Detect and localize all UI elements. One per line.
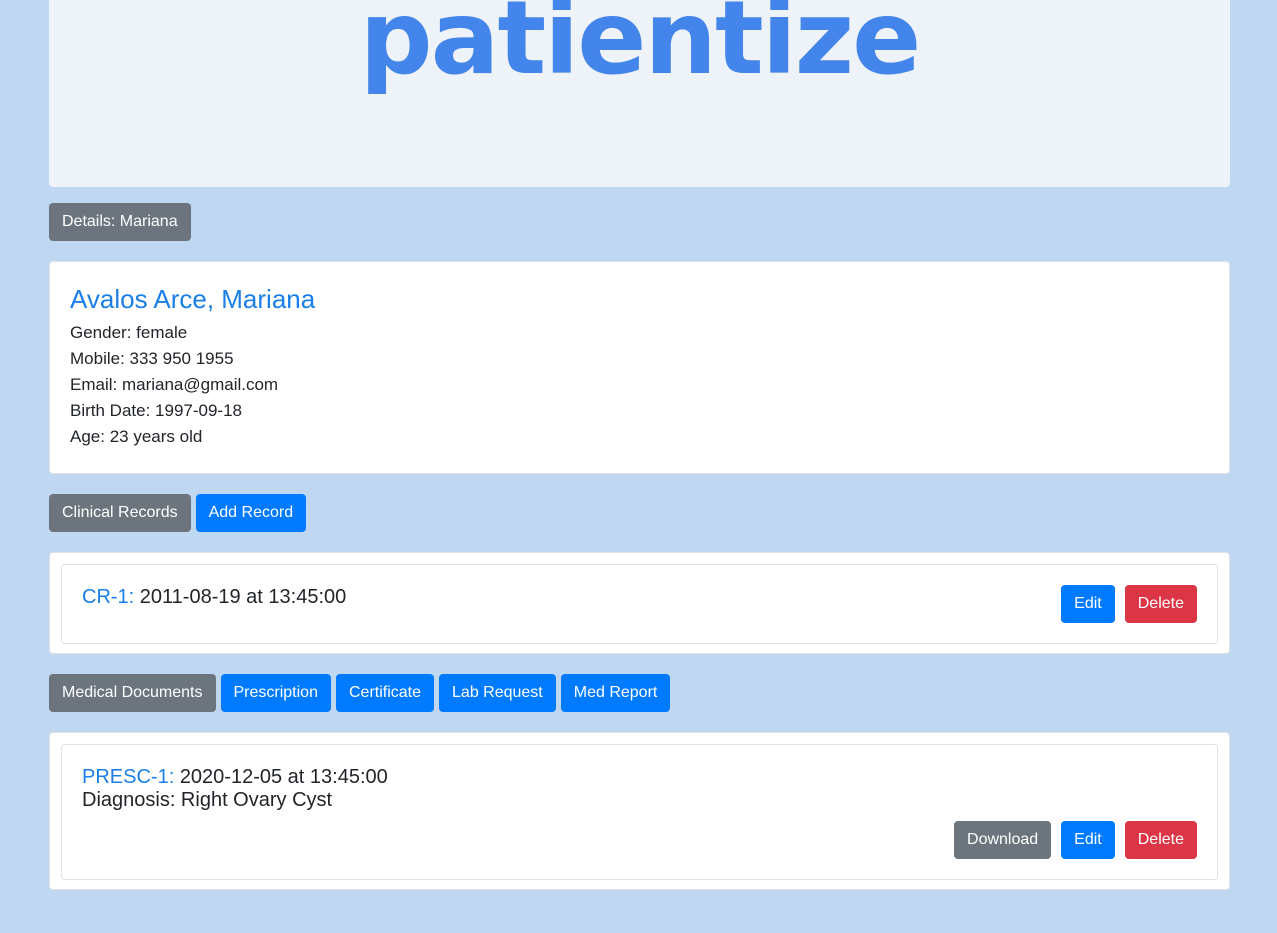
patient-age: Age: 23 years old [70, 427, 203, 446]
delete-record-button[interactable]: Delete [1124, 585, 1197, 623]
clinical-records-toolbar: Clinical Records Add Record [49, 494, 307, 532]
clinical-records-list: CR-1: 2011-08-19 at 13:45:00 Edit Delete [49, 552, 1230, 654]
med-report-button[interactable]: Med Report [560, 674, 671, 712]
prescription-button[interactable]: Prescription [220, 674, 331, 712]
document-title: PRESC-1: 2020-12-05 at 13:45:00 [82, 765, 388, 789]
document-actions: Download Edit Delete [954, 821, 1197, 859]
patient-email: Email: mariana@gmail.com [70, 375, 279, 394]
add-record-button[interactable]: Add Record [195, 494, 307, 532]
patient-gender: Gender: female [70, 323, 188, 342]
patient-name: Avalos Arce, Mariana [70, 284, 316, 314]
download-button[interactable]: Download [954, 821, 1052, 859]
page: patientize Details: Mariana Avalos Arce,… [0, 0, 1277, 933]
medical-documents-label: Medical Documents [49, 674, 216, 712]
document-id-link[interactable]: PRESC-1: [82, 766, 174, 788]
delete-document-button[interactable]: Delete [1124, 821, 1197, 859]
record-datetime: 2011-08-19 at 13:45:00 [139, 586, 347, 608]
medical-documents-toolbar: Medical Documents Prescription Certifica… [49, 674, 671, 712]
record-title: CR-1: 2011-08-19 at 13:45:00 [82, 585, 346, 609]
record-id-link[interactable]: CR-1: [82, 586, 134, 608]
list-item: PRESC-1: 2020-12-05 at 13:45:00 Diagnosi… [61, 744, 1218, 880]
patientize-logo[interactable]: patientize [49, 0, 1230, 100]
patient-mobile: Mobile: 333 950 1955 [70, 349, 234, 368]
list-item: CR-1: 2011-08-19 at 13:45:00 Edit Delete [61, 564, 1218, 644]
patient-birth-date: Birth Date: 1997-09-18 [70, 401, 242, 420]
details-header: Details: Mariana [49, 203, 191, 241]
clinical-records-label: Clinical Records [49, 494, 191, 532]
header-banner: patientize [49, 0, 1230, 187]
lab-request-button[interactable]: Lab Request [439, 674, 556, 712]
document-diagnosis: Diagnosis: Right Ovary Cyst [82, 789, 333, 811]
certificate-button[interactable]: Certificate [335, 674, 435, 712]
patient-info-card: Avalos Arce, Mariana Gender: female Mobi… [49, 261, 1230, 474]
details-label: Details: Mariana [49, 203, 191, 241]
edit-record-button[interactable]: Edit [1061, 585, 1115, 623]
record-actions: Edit Delete [1061, 585, 1197, 623]
edit-document-button[interactable]: Edit [1061, 821, 1115, 859]
medical-documents-list: PRESC-1: 2020-12-05 at 13:45:00 Diagnosi… [49, 732, 1230, 890]
document-datetime: 2020-12-05 at 13:45:00 [179, 766, 388, 788]
